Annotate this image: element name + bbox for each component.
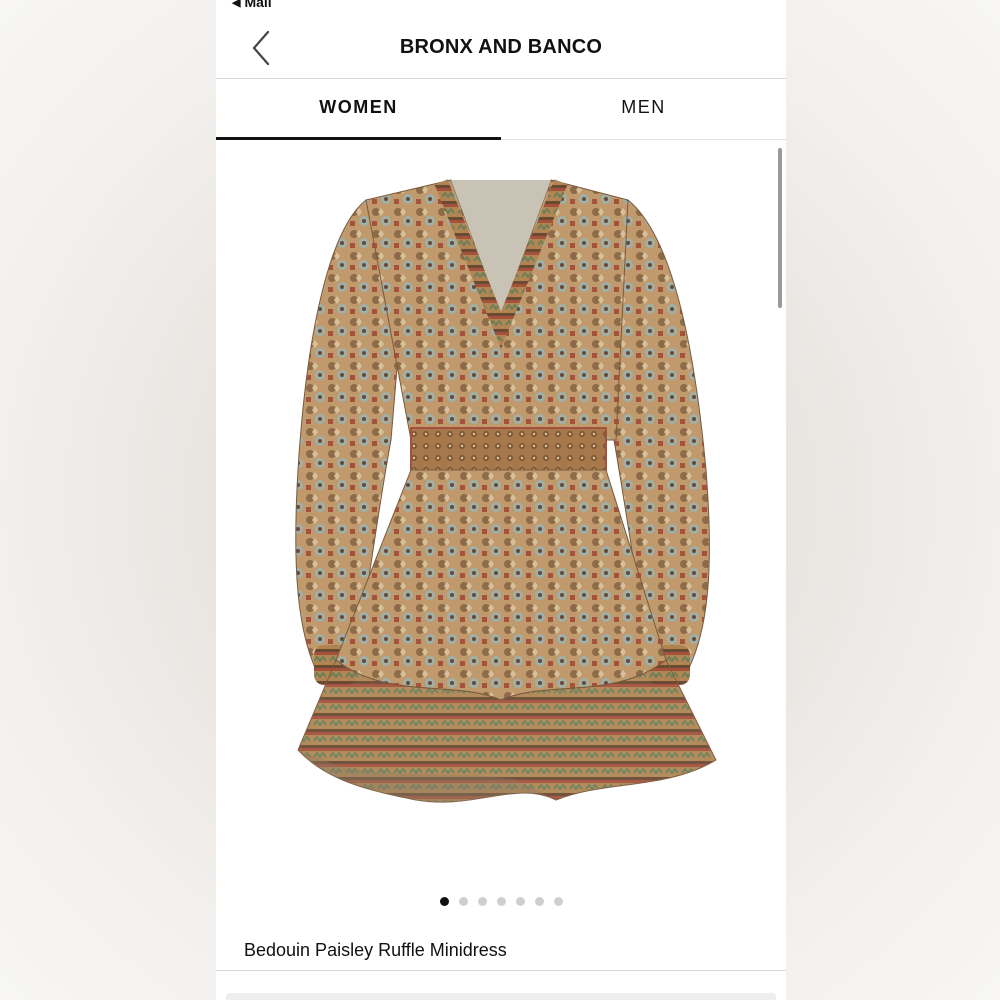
- product-image-gallery[interactable]: [216, 140, 786, 920]
- product-image: [295, 179, 717, 803]
- pagination-dot[interactable]: [477, 897, 487, 906]
- back-app-label: Mail: [244, 0, 272, 10]
- tab-women[interactable]: WOMEN: [216, 79, 501, 140]
- header-bar: BRONX AND BANCO: [216, 18, 786, 79]
- app-screen: ◀ Mail BRONX AND BANCO WOMEN MEN Bedouin…: [216, 0, 786, 1000]
- pagination-dot[interactable]: [534, 897, 544, 906]
- pagination-dot[interactable]: [553, 897, 563, 906]
- pagination-dot[interactable]: [439, 897, 449, 906]
- gender-tabs: WOMEN MEN: [216, 79, 786, 140]
- page-title: BRONX AND BANCO: [399, 36, 603, 58]
- divider: [216, 970, 786, 971]
- scrollbar[interactable]: [778, 148, 782, 308]
- next-section-peek: [226, 993, 776, 1000]
- waist-belt: [410, 427, 607, 473]
- gallery-pagination: [216, 897, 786, 906]
- back-triangle-icon: ◀: [232, 0, 241, 9]
- skirt-upper: [335, 469, 667, 701]
- tab-men[interactable]: MEN: [501, 79, 786, 139]
- product-name: Bedouin Paisley Ruffle Minidress: [244, 940, 507, 960]
- pagination-dot[interactable]: [515, 897, 525, 906]
- pagination-dot[interactable]: [458, 897, 468, 906]
- pagination-dot[interactable]: [496, 897, 506, 906]
- status-back-to-app[interactable]: ◀ Mail: [232, 0, 272, 10]
